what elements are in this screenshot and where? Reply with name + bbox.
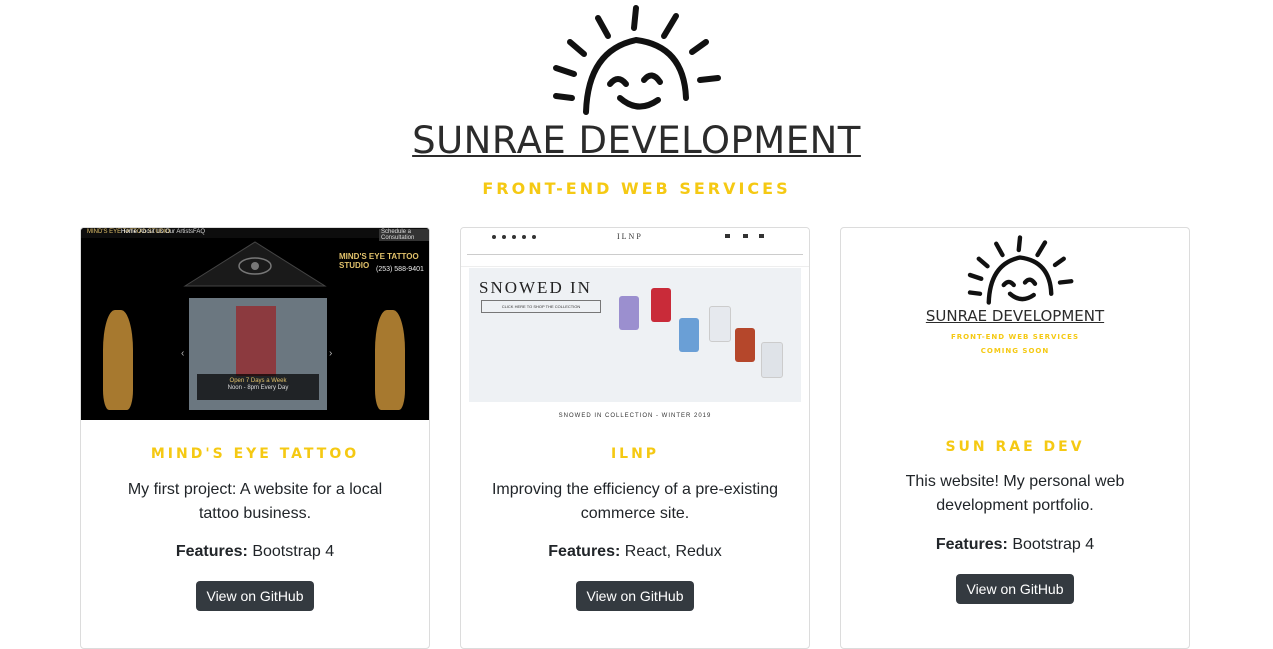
project-card-minds-eye: MIND'S EYE TATTOO STUDIO Home About Us O…	[80, 227, 430, 649]
sun-logo-icon	[553, 5, 721, 115]
view-on-github-button[interactable]: View on GitHub	[196, 581, 314, 611]
thumbnail-status: COMING SOON	[980, 347, 1050, 355]
thumbnail-nav-cta: Schedule a Consultation	[379, 229, 429, 241]
project-thumbnail[interactable]: SUNRAE DEVELOPMENT FRONT-END WEB SERVICE…	[841, 228, 1189, 420]
thumbnail-nav: MIND'S EYE TATTOO STUDIO Home About Us O…	[81, 228, 429, 241]
view-on-github-button[interactable]: View on GitHub	[576, 581, 694, 611]
sun-logo-icon	[967, 235, 1074, 305]
project-thumbnail[interactable]: MIND'S EYE TATTOO STUDIO Home About Us O…	[81, 228, 429, 420]
project-description: Improving the efficiency of a pre-existi…	[491, 481, 779, 522]
hero-cta-label: CLICK HERE TO SHOP THE COLLECTION	[501, 304, 581, 309]
hours-banner: Open 7 Days a Week Noon - 8pm Every Day	[197, 374, 319, 400]
thumbnail-nav-item: FAQ	[193, 229, 206, 235]
project-card-ilnp: ILNP SNOWED IN CLICK HERE TO SHOP THE CO…	[460, 227, 810, 649]
polish-bottle	[651, 288, 671, 322]
storefront-door	[236, 306, 276, 376]
thumbnail-nav-item: Home	[121, 229, 138, 235]
project-title: SUN RAE DEV	[945, 439, 1085, 455]
chevron-right-icon[interactable]: ›	[329, 348, 332, 359]
view-on-github-button[interactable]: View on GitHub	[956, 574, 1074, 604]
project-title: MIND'S EYE TATTOO	[150, 446, 360, 462]
brand-title: SUNRAE DEVELOPMENT	[412, 119, 861, 162]
thumbnail-phone: (253) 588-9401	[376, 266, 424, 273]
project-thumbnail[interactable]: ILNP SNOWED IN CLICK HERE TO SHOP THE CO…	[461, 228, 809, 420]
chevron-left-icon[interactable]: ‹	[181, 348, 184, 359]
polish-bottle	[735, 328, 755, 362]
eye-pyramid-icon	[183, 241, 327, 287]
project-features: Features: Bootstrap 4	[81, 543, 429, 561]
thumbnail-menu-bar	[467, 254, 803, 255]
right-hand-illustration	[375, 310, 405, 410]
hero-title: SNOWED IN	[479, 278, 592, 297]
social-icons	[492, 235, 536, 239]
polish-bottle	[761, 342, 783, 378]
thumbnail-header: ILNP	[461, 228, 809, 267]
hero-cta: CLICK HERE TO SHOP THE COLLECTION	[481, 300, 601, 313]
project-features: Features: Bootstrap 4	[841, 536, 1189, 554]
thumbnail-nav-item: Our Artists	[165, 229, 194, 235]
project-title: ILNP	[610, 446, 660, 462]
thumbnail-logo: ILNP	[617, 232, 643, 241]
features-value: Bootstrap 4	[252, 543, 335, 560]
project-features: Features: React, Redux	[461, 543, 809, 561]
tagline: FRONT-END WEB SERVICES	[482, 179, 791, 198]
hours-banner-line1: Open 7 Days a Week	[229, 378, 287, 384]
features-label: Features:	[935, 536, 1008, 553]
polish-bottle	[709, 306, 731, 342]
thumbnail-tagline: FRONT-END WEB SERVICES	[951, 333, 1079, 341]
thumbnail-nav-item: About Us	[139, 229, 164, 235]
project-description: My first project: A website for a local …	[127, 481, 383, 522]
features-value: React, Redux	[624, 543, 722, 560]
polish-bottle	[679, 318, 699, 352]
left-hand-illustration	[103, 310, 133, 410]
features-value: Bootstrap 4	[1012, 536, 1095, 553]
storefront-photo: Open 7 Days a Week Noon - 8pm Every Day	[189, 298, 327, 410]
thumbnail-caption: SNOWED IN COLLECTION - WINTER 2019	[558, 413, 712, 419]
features-label: Features:	[548, 543, 621, 560]
hours-banner-line2: Noon - 8pm Every Day	[227, 385, 289, 391]
polish-bottle	[619, 296, 639, 330]
project-description: This website! My personal web developmen…	[905, 473, 1125, 514]
thumbnail-brand: SUNRAE DEVELOPMENT	[925, 307, 1105, 325]
features-label: Features:	[175, 543, 248, 560]
cart-icon	[725, 234, 764, 238]
project-card-sun-rae-dev: SUNRAE DEVELOPMENT FRONT-END WEB SERVICE…	[840, 227, 1190, 649]
